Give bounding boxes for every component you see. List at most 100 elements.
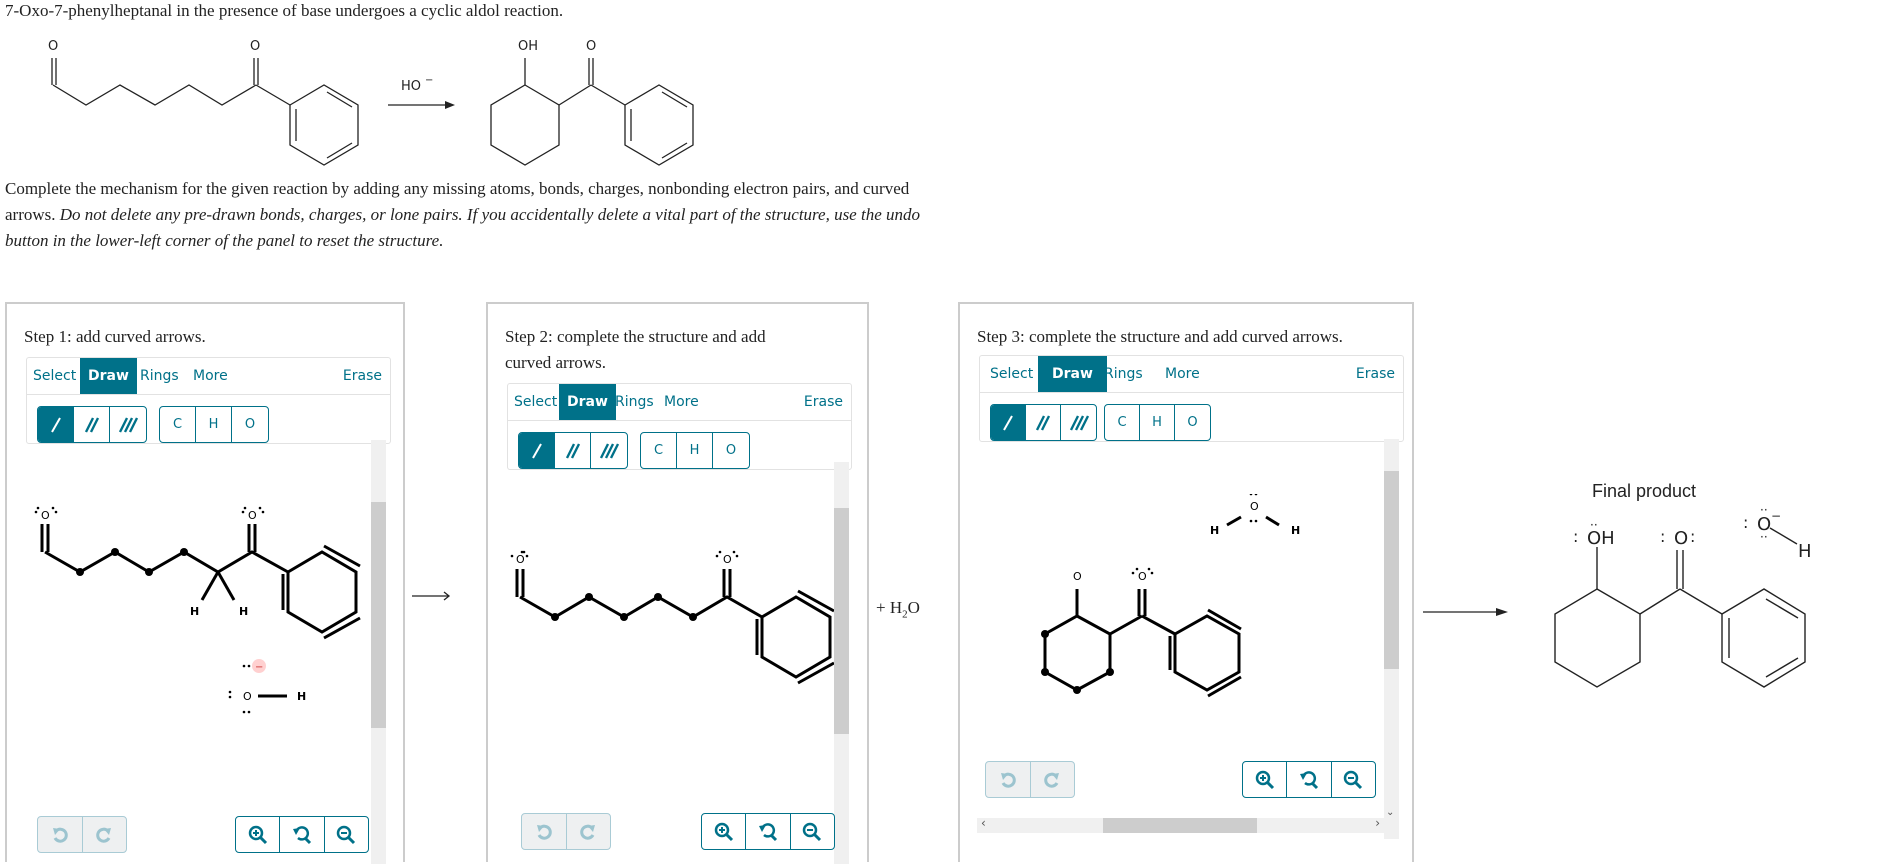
atom-c-button[interactable]: C bbox=[641, 433, 677, 468]
tab-draw[interactable]: Draw bbox=[80, 358, 137, 394]
erase-button[interactable]: Erase bbox=[343, 358, 382, 394]
atom-h-button[interactable]: H bbox=[196, 407, 232, 442]
double-bond-button[interactable] bbox=[74, 407, 110, 442]
step1-aldehyde-o: O bbox=[41, 509, 50, 522]
tab-more[interactable]: More bbox=[193, 358, 228, 394]
zoom-in-button[interactable] bbox=[702, 814, 747, 849]
triple-bond-button[interactable] bbox=[1061, 405, 1096, 440]
redo-button[interactable] bbox=[83, 817, 127, 852]
step3-ring-o: O bbox=[1073, 570, 1082, 583]
reset-zoom-button[interactable] bbox=[746, 814, 791, 849]
draw-tools: C H O bbox=[980, 393, 1403, 441]
triple-bond-button[interactable] bbox=[110, 407, 146, 442]
step3-zoom-group bbox=[1242, 761, 1376, 798]
step3-canvas[interactable]: O H H O O bbox=[977, 494, 1377, 714]
tab-more[interactable]: More bbox=[664, 384, 699, 420]
triple-bond-button[interactable] bbox=[591, 433, 627, 468]
redo-icon bbox=[96, 827, 112, 843]
product-ketone-o: O bbox=[586, 39, 596, 54]
scrollbar-thumb[interactable] bbox=[371, 502, 386, 728]
step1-vertical-scrollbar[interactable] bbox=[371, 440, 386, 864]
undo-icon bbox=[536, 824, 552, 840]
erase-button[interactable]: Erase bbox=[1356, 356, 1395, 392]
step2-vertical-scrollbar[interactable] bbox=[834, 462, 849, 864]
zoom-out-icon bbox=[1344, 770, 1363, 789]
single-bond-button[interactable] bbox=[519, 433, 555, 468]
erase-button[interactable]: Erase bbox=[804, 384, 843, 420]
double-bond-icon bbox=[84, 416, 99, 433]
single-bond-button[interactable] bbox=[991, 405, 1026, 440]
reset-zoom-button[interactable] bbox=[280, 817, 325, 852]
undo-icon bbox=[52, 827, 68, 843]
scroll-left-icon[interactable]: ‹ bbox=[981, 816, 986, 830]
tab-select[interactable]: Select bbox=[514, 384, 557, 420]
instructions-italic: Do not delete any pre-drawn bonds, charg… bbox=[5, 205, 921, 250]
redo-button[interactable] bbox=[567, 814, 611, 849]
zoom-in-button[interactable] bbox=[236, 817, 281, 852]
tab-draw[interactable]: Draw bbox=[559, 384, 616, 420]
tab-rings[interactable]: Rings bbox=[615, 384, 654, 420]
water-bond-1 bbox=[1226, 515, 1242, 527]
reset-zoom-icon bbox=[758, 822, 778, 841]
undo-button[interactable] bbox=[986, 762, 1031, 797]
scroll-right-icon[interactable]: › bbox=[1375, 816, 1380, 830]
reagent-charge: − bbox=[425, 75, 433, 86]
zoom-out-button[interactable] bbox=[325, 817, 368, 852]
atom-h-button[interactable]: H bbox=[677, 433, 713, 468]
step2-instruction: Step 2: complete the structure and add c… bbox=[505, 327, 766, 372]
atom-o-button[interactable]: O bbox=[232, 407, 268, 442]
atom-o-button[interactable]: O bbox=[713, 433, 749, 468]
step1-instruction: Step 1: add curved arrows. bbox=[24, 327, 206, 346]
tab-select[interactable]: Select bbox=[990, 356, 1033, 392]
step1-undo-redo-group bbox=[37, 816, 127, 853]
oxygen: O bbox=[907, 598, 920, 617]
reset-zoom-icon bbox=[292, 825, 312, 844]
toolbar-tabs: Select Draw Rings More Erase bbox=[508, 384, 851, 421]
final-ketone-o: O bbox=[1674, 528, 1688, 549]
scroll-down-icon[interactable]: ⌄ bbox=[1386, 807, 1394, 818]
step3-carbon-dots bbox=[1041, 630, 1114, 694]
final-hydroxide-h: H bbox=[1798, 541, 1812, 562]
tab-draw[interactable]: Draw bbox=[1038, 356, 1107, 392]
zoom-out-button[interactable] bbox=[791, 814, 834, 849]
step1-canvas[interactable]: O O H H − O H bbox=[24, 474, 374, 734]
step1-molecule bbox=[40, 524, 361, 640]
step1-alpha-h2: H bbox=[239, 605, 248, 618]
step3-toolbar: Select Draw Rings More Erase C H O bbox=[979, 355, 1404, 442]
water-byproduct: + H2O bbox=[876, 598, 920, 620]
step2-canvas[interactable]: O O bbox=[505, 549, 845, 749]
step1-toolbar: Select Draw Rings More Erase C H O bbox=[26, 357, 391, 444]
tab-select[interactable]: Select bbox=[33, 358, 76, 394]
undo-button[interactable] bbox=[38, 817, 83, 852]
double-bond-icon bbox=[1035, 414, 1051, 431]
tab-rings[interactable]: Rings bbox=[140, 358, 179, 394]
reset-zoom-button[interactable] bbox=[1287, 762, 1332, 797]
scrollbar-thumb[interactable] bbox=[1384, 471, 1399, 669]
product-oh: OH bbox=[518, 39, 538, 54]
step3-vertical-scrollbar[interactable]: ⌄ bbox=[1384, 439, 1399, 839]
tab-rings[interactable]: Rings bbox=[1104, 356, 1143, 392]
tab-more[interactable]: More bbox=[1165, 356, 1200, 392]
single-bond-icon bbox=[1003, 415, 1013, 430]
final-product-structure: OH : ·· O : : O − : ·· ·· H bbox=[1554, 503, 1812, 688]
reactant-aldehyde-o: O bbox=[48, 39, 58, 54]
draw-tools: C H O bbox=[508, 421, 851, 469]
atom-c-button[interactable]: C bbox=[1105, 405, 1140, 440]
double-bond-button[interactable] bbox=[555, 433, 591, 468]
zoom-in-button[interactable] bbox=[1243, 762, 1288, 797]
single-bond-button[interactable] bbox=[38, 407, 74, 442]
atom-o-button[interactable]: O bbox=[1175, 405, 1210, 440]
redo-button[interactable] bbox=[1031, 762, 1075, 797]
zoom-out-button[interactable] bbox=[1332, 762, 1375, 797]
atom-c-button[interactable]: C bbox=[160, 407, 196, 442]
double-bond-button[interactable] bbox=[1026, 405, 1061, 440]
scrollbar-thumb[interactable] bbox=[834, 508, 849, 734]
step2-molecule bbox=[515, 569, 835, 685]
undo-button[interactable] bbox=[522, 814, 567, 849]
atom-button-group: C H O bbox=[640, 432, 750, 469]
final-hydroxide-lone-pair-left: : bbox=[1743, 513, 1748, 532]
step3-undo-redo-group bbox=[985, 761, 1075, 798]
atom-h-button[interactable]: H bbox=[1140, 405, 1175, 440]
reactant-structure bbox=[51, 58, 359, 166]
reaction-scheme: O O HO − OH O bbox=[48, 39, 694, 166]
